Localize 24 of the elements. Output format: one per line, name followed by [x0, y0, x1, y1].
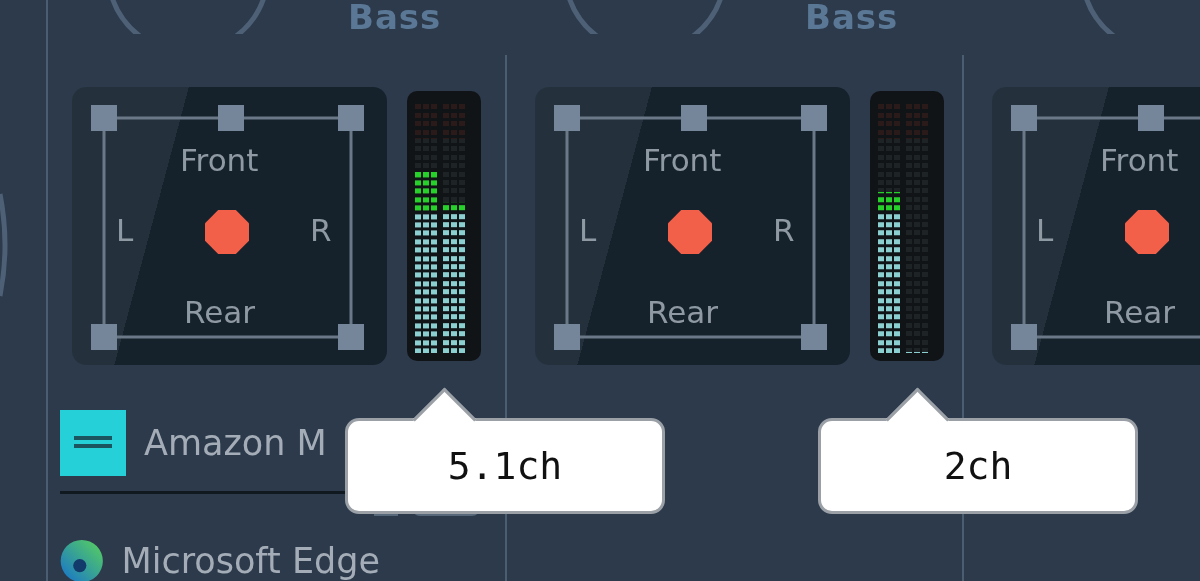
- rear-label: Rear: [1104, 297, 1175, 328]
- surround-panner[interactable]: Front L R Rear: [535, 87, 850, 365]
- rear-label: Rear: [184, 297, 255, 328]
- knob-label: Bass: [348, 0, 442, 34]
- app-name: Amazon M: [144, 423, 327, 463]
- knob-label: Bass: [805, 0, 899, 34]
- surround-panner[interactable]: Front L R Rear: [72, 87, 387, 365]
- left-label: L: [1036, 215, 1054, 246]
- front-label: Front: [1100, 145, 1179, 176]
- left-label: L: [116, 215, 134, 246]
- pan-position-handle[interactable]: [668, 210, 712, 254]
- right-label: R: [773, 215, 795, 246]
- right-label: R: [310, 215, 332, 246]
- music-app-icon: [60, 410, 126, 476]
- pan-position-handle[interactable]: [205, 210, 249, 254]
- left-label: L: [579, 215, 597, 246]
- tooltip: 5.1ch: [345, 418, 665, 514]
- front-label: Front: [180, 145, 259, 176]
- rear-label: Rear: [647, 297, 718, 328]
- front-label: Front: [643, 145, 722, 176]
- surround-panner[interactable]: Front L Rear: [992, 87, 1200, 365]
- pan-position-handle[interactable]: [1125, 210, 1169, 254]
- tooltip: 2ch: [818, 418, 1138, 514]
- app-name: Microsoft Edge: [121, 541, 380, 581]
